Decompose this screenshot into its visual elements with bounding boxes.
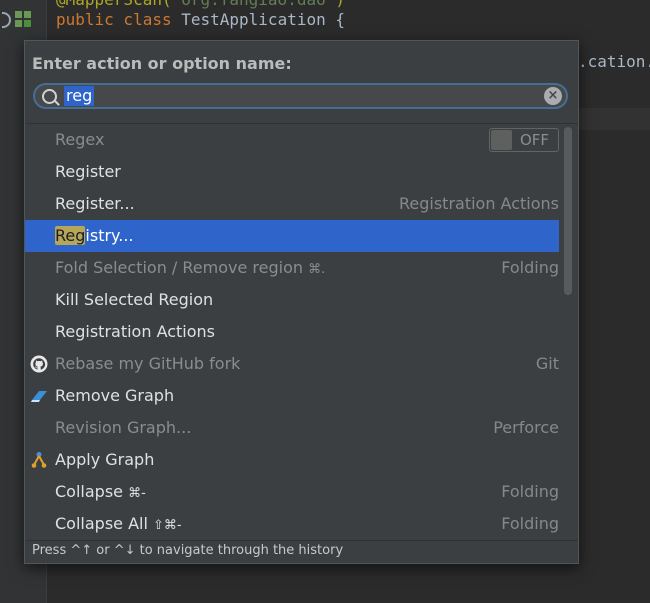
list-item-group: Registration Actions (398, 194, 559, 213)
list-item-kill-selected-region[interactable]: Kill Selected Region (25, 284, 559, 316)
shortcut: ⌘- (128, 486, 146, 501)
list-item-group: Perforce (493, 418, 559, 437)
list-item-group: Git (535, 354, 559, 373)
clear-icon[interactable]: × (544, 87, 562, 105)
fold-marker-icon (2, 12, 11, 28)
shortcut: ⇧⌘- (153, 518, 182, 533)
list-item-label: Apply Graph (55, 450, 155, 469)
code-line-class: public class TestApplication { (56, 10, 345, 29)
github-icon (30, 355, 48, 373)
list-item-label: Register (55, 162, 121, 181)
eraser-icon (31, 391, 47, 402)
list-item-label: Registration Actions (55, 322, 216, 341)
code-line-annotation: @MapperScan("org.fangiao.dao") (56, 0, 345, 9)
list-item-label: Remove Graph (55, 386, 175, 405)
list-item-register[interactable]: Register (25, 156, 559, 188)
list-item-label: Collapse All ⇧⌘- (55, 514, 182, 533)
list-item-apply-graph[interactable]: Apply Graph (25, 444, 559, 476)
list-item-registration-actions[interactable]: Registration Actions (25, 316, 559, 348)
code-fragment: .cation./ (578, 52, 650, 71)
toggle-knob (491, 130, 512, 150)
list-item-regex[interactable]: Regex OFF (25, 124, 559, 156)
shortcut: ⌘. (308, 262, 326, 277)
list-item-label: Kill Selected Region (55, 290, 214, 309)
list-item-label: Rebase my GitHub fork (55, 354, 241, 373)
caret-line-highlight (578, 108, 650, 130)
regex-toggle[interactable]: OFF (489, 128, 559, 152)
history-hint: Press ^↑ or ^↓ to navigate through the h… (25, 540, 578, 563)
find-action-popup: Enter action or option name: reg × Regex… (24, 40, 579, 564)
list-item-rebase-github-fork[interactable]: Rebase my GitHub fork Git (25, 348, 559, 380)
list-item-remove-graph[interactable]: Remove Graph (25, 380, 559, 412)
list-item-group: Folding (501, 258, 559, 277)
list-item-registry[interactable]: Registry... (25, 220, 559, 252)
list-item-collapse[interactable]: Collapse ⌘- Folding (25, 476, 559, 508)
list-item-group: Folding (501, 482, 559, 501)
list-item-register-ellipsis[interactable]: Register... Registration Actions (25, 188, 559, 220)
list-scrollbar[interactable] (564, 127, 572, 295)
list-item-fold-selection[interactable]: Fold Selection / Remove region ⌘. Foldin… (25, 252, 559, 284)
action-list: Regex OFF Register Register... Registrat… (25, 123, 578, 542)
list-item-label: Regex (55, 130, 105, 149)
list-item-label: Registry... (55, 226, 134, 245)
list-item-collapse-all[interactable]: Collapse All ⇧⌘- Folding (25, 508, 559, 540)
spring-bean-icon[interactable] (14, 10, 32, 28)
list-item-group: Folding (501, 514, 559, 533)
search-icon (42, 89, 57, 104)
search-query[interactable]: reg (64, 86, 95, 106)
list-item-label: Revision Graph... (55, 418, 192, 437)
toggle-state: OFF (520, 131, 550, 149)
list-item-label: Register... (55, 194, 135, 213)
graph-icon (31, 452, 47, 468)
popup-title: Enter action or option name: (32, 54, 292, 73)
hint-text: Press ^↑ or ^↓ to navigate through the h… (32, 543, 344, 558)
list-item-revision-graph[interactable]: Revision Graph... Perforce (25, 412, 559, 444)
list-item-label: Collapse ⌘- (55, 482, 146, 501)
list-item-label: Fold Selection / Remove region ⌘. (55, 258, 326, 277)
gutter-icons (0, 8, 40, 30)
match-highlight: Reg (55, 226, 86, 245)
search-input[interactable]: reg × (33, 83, 568, 109)
